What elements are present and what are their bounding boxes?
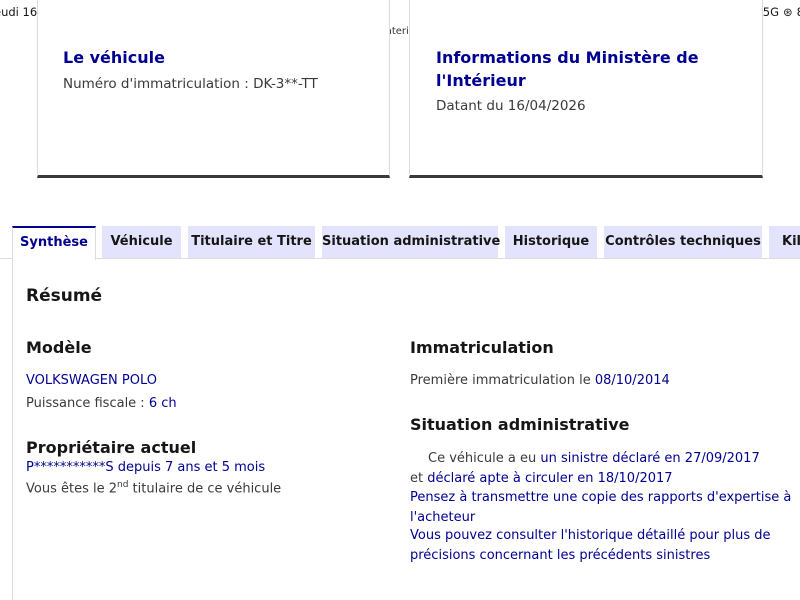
owner-rank-prefix: Vous êtes le 2 — [26, 481, 117, 497]
expertise-note-line1: Pensez à transmettre une copie des rappo… — [410, 490, 792, 505]
tab-historique[interactable]: Historique — [505, 226, 597, 258]
summary-title: Résumé — [26, 286, 103, 306]
immatriculation-heading: Immatriculation — [410, 338, 554, 357]
tab-situation-administrative[interactable]: Situation administrative — [322, 226, 500, 258]
puissance-fiscale: Puissance fiscale : 6 ch — [26, 396, 177, 411]
vehicle-card-plate: Numéro d'immatriculation : DK-3**-TT — [63, 76, 318, 92]
vehicle-card-title[interactable]: Le véhicule — [63, 46, 165, 69]
owner-since-value: 7 ans et 5 mois — [164, 460, 266, 475]
owner-rank-sup: nd — [117, 480, 129, 490]
ministry-card: Informations du Ministère de l'Intérieur… — [409, 0, 763, 178]
owner-since-label: depuis — [113, 460, 165, 475]
proprietaire-heading: Propriétaire actuel — [26, 438, 197, 457]
tab-bar: Synthèse Véhicule Titulaire et Titre Sit… — [0, 226, 800, 260]
modele-heading: Modèle — [26, 338, 92, 357]
owner-name: P***********S — [26, 460, 114, 475]
apte-line: et déclaré apte à circuler en 18/10/2017 — [410, 471, 673, 486]
orientation-lock-icon: ⊛ — [783, 5, 793, 19]
tab-synthese[interactable]: Synthèse — [12, 226, 96, 260]
owner-rank-suffix: titulaire de ce véhicule — [128, 481, 282, 497]
sinistre-line: Ce véhicule a eu un sinistre déclaré en … — [428, 451, 760, 466]
modele-name[interactable]: VOLKSWAGEN POLO — [26, 373, 157, 388]
first-registration-label: Première immatriculation le — [410, 373, 595, 388]
tab-controles-techniques[interactable]: Contrôles techniques — [604, 226, 762, 258]
historique-note-line2: précisions concernant les précédents sin… — [410, 548, 711, 563]
ministry-card-title[interactable]: Informations du Ministère de l'Intérieur — [436, 46, 736, 92]
sinistre-link[interactable]: un sinistre déclaré en 27/09/2017 — [540, 451, 759, 466]
puissance-value: 6 ch — [148, 396, 177, 411]
situation-heading: Situation administrative — [410, 415, 630, 434]
tab-vehicule[interactable]: Véhicule — [102, 226, 181, 258]
historique-note-line1: Vous pouvez consulter l'historique détai… — [410, 528, 771, 543]
tab-titulaire[interactable]: Titulaire et Titre — [188, 226, 315, 258]
ministry-card-date: Datant du 16/04/2026 — [436, 98, 586, 114]
first-registration-date: 08/10/2014 — [594, 373, 670, 388]
network-label: 5G — [762, 5, 780, 19]
apte-link[interactable]: déclaré apte à circuler en 18/10/2017 — [427, 471, 672, 486]
proprietaire-line: P***********S depuis 7 ans et 5 mois — [26, 460, 265, 475]
vehicle-card: Le véhicule Numéro d'immatriculation : D… — [37, 0, 390, 178]
sinistre-prefix: Ce véhicule a eu — [428, 451, 541, 466]
tab-kilometrage[interactable]: Kil — [769, 226, 800, 258]
owner-rank: Vous êtes le 2nd titulaire de ce véhicul… — [26, 480, 281, 496]
expertise-note-line2: l'acheteur — [410, 510, 476, 525]
panel-border — [12, 259, 13, 600]
puissance-label: Puissance fiscale : — [26, 396, 149, 411]
first-registration: Première immatriculation le 08/10/2014 — [410, 373, 670, 388]
apte-prefix: et — [410, 471, 428, 486]
